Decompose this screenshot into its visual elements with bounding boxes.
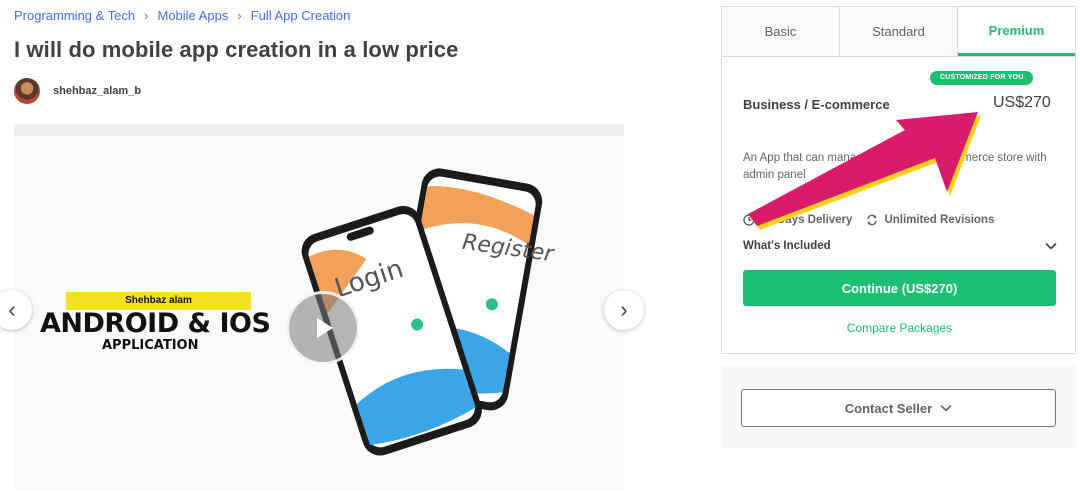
continue-button[interactable]: Continue (US$270) [743, 270, 1056, 306]
revisions-text: Unlimited Revisions [884, 214, 995, 226]
package-meta: 10 Days Delivery Unlimited Revisions [743, 214, 1008, 226]
seller-overview: shehbaz_alam_b [14, 78, 141, 104]
tab-basic[interactable]: Basic [722, 7, 840, 56]
breadcrumb-item-full-app-creation[interactable]: Full App Creation [251, 8, 351, 23]
chevron-left-icon: ‹ [8, 297, 16, 322]
chevron-down-icon [1045, 242, 1057, 250]
chevron-right-icon: › [144, 8, 149, 23]
package-tabs: Basic Standard Premium [722, 7, 1075, 57]
chevron-right-icon: › [237, 8, 242, 23]
breadcrumb-item-mobile-apps[interactable]: Mobile Apps [158, 8, 229, 23]
page-title: I will do mobile app creation in a low p… [14, 37, 459, 62]
refresh-icon [867, 214, 878, 226]
whats-included-toggle[interactable]: What's Included [743, 240, 1057, 252]
breadcrumb: Programming & Tech › Mobile Apps › Full … [14, 8, 350, 23]
gallery-slide[interactable]: Login Register Shehbaz alam ANDROID & IO… [14, 136, 624, 490]
promo-headline: ANDROID & IOS [40, 308, 271, 339]
contact-panel: Contact Seller [721, 366, 1076, 448]
contact-seller-button[interactable]: Contact Seller [741, 389, 1056, 427]
gig-gallery: Login Register Shehbaz alam ANDROID & IO… [14, 124, 624, 490]
play-icon [317, 318, 333, 338]
package-description: An App that can manage business or ecomm… [743, 152, 1047, 181]
play-button[interactable] [286, 291, 360, 365]
tab-premium[interactable]: Premium [958, 7, 1075, 56]
delivery-info: 10 Days Delivery [743, 214, 852, 226]
promo-subheadline: APPLICATION [102, 338, 199, 353]
whats-included-label: What's Included [743, 240, 831, 252]
tab-standard[interactable]: Standard [840, 7, 958, 56]
chevron-down-icon [940, 404, 952, 412]
package-panel: Basic Standard Premium CUSTOMIZED FOR YO… [721, 6, 1076, 354]
gallery-next-button[interactable]: › [604, 290, 644, 330]
customized-badge: CUSTOMIZED FOR YOU [930, 71, 1034, 85]
package-price: US$270 [993, 94, 1051, 111]
breadcrumb-item-programming-tech[interactable]: Programming & Tech [14, 8, 135, 23]
compare-packages-link[interactable]: Compare Packages [722, 321, 1077, 335]
seller-username[interactable]: shehbaz_alam_b [53, 85, 141, 97]
contact-seller-label: Contact Seller [844, 400, 933, 416]
avatar[interactable] [14, 78, 40, 104]
clock-icon [743, 214, 755, 226]
revisions-info: Unlimited Revisions [866, 214, 994, 226]
chevron-right-icon: › [620, 297, 628, 322]
package-name: Business / E-commerce [743, 97, 890, 112]
delivery-text: 10 Days Delivery [761, 214, 853, 226]
